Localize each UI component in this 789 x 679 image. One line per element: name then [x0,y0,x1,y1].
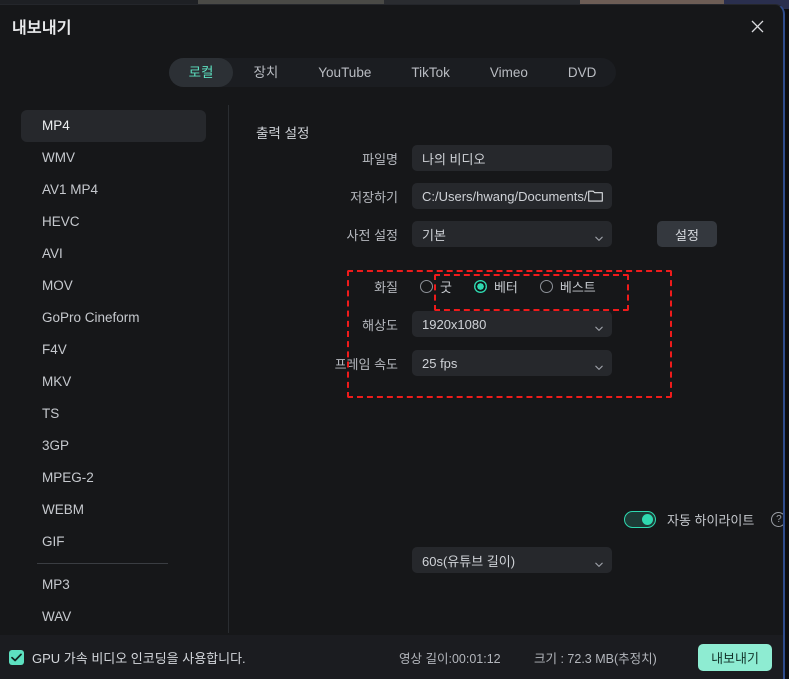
gpu-acceleration-checkbox[interactable]: GPU 가속 비디오 인코딩을 사용합니다. [9,648,246,667]
resolution-label: 해상도 [362,317,398,333]
highlight-duration-row: 60s(유튜브 길이) [228,547,612,573]
quality-radio-group[interactable]: 굿 베터 베스트 [412,277,596,296]
tab-장치[interactable]: 장치 [233,58,298,87]
highlight-duration-select[interactable]: 60s(유튜브 길이) [412,547,612,573]
save-to-label: 저장하기 [350,189,398,205]
framerate-select[interactable]: 25 fps [412,350,612,376]
radio-unchecked-icon [539,279,553,293]
format-item-mkv[interactable]: MKV [21,366,206,398]
export-dialog: 내보내기 로컬 장치 YouTube TikTok Vimeo DVD MP4 WMV AV1… [0,4,785,679]
auto-highlight-toggle[interactable] [624,511,656,528]
auto-highlight-row: 자동 하이라이트 ? [624,510,783,529]
save-to-path: C:/Users/hwang/Documents/ [422,188,588,204]
format-item-ts[interactable]: TS [21,398,206,430]
destination-tabbar: 로컬 장치 YouTube TikTok Vimeo DVD [0,58,783,87]
quality-radio-굿[interactable]: 굿 [420,277,452,296]
preset-select[interactable]: 기본 [412,221,612,247]
output-settings-panel: 출력 설정 파일명 나의 비디오 저장하기 C:/Users/hwang/Doc… [228,97,783,637]
section-title: 출력 설정 [256,126,310,141]
dialog-footer: GPU 가속 비디오 인코딩을 사용합니다. 영상 길이:00:01:12 크기… [0,635,783,679]
quality-radio-베스트[interactable]: 베스트 [539,277,596,296]
quality-label: 화질 [374,279,398,295]
chevron-down-icon [595,360,603,371]
dialog-title: 내보내기 [12,20,72,37]
gpu-acceleration-label: GPU 가속 비디오 인코딩을 사용합니다. [32,650,246,666]
quality-radio-베터[interactable]: 베터 [473,277,518,296]
format-item-gif[interactable]: GIF [21,526,206,558]
resolution-select[interactable]: 1920x1080 [412,311,612,337]
close-icon[interactable] [745,14,769,38]
chevron-down-icon [595,231,603,242]
filename-input[interactable]: 나의 비디오 [412,145,612,171]
tab-YouTube[interactable]: YouTube [298,58,391,87]
resolution-value: 1920x1080 [422,316,487,332]
folder-icon[interactable] [588,189,603,205]
format-item-gopro-cineform[interactable]: GoPro Cineform [21,302,206,334]
export-button[interactable]: 내보내기 [698,643,772,671]
format-item-hevc[interactable]: HEVC [21,206,206,238]
format-sidebar[interactable]: MP4 WMV AV1 MP4 HEVC AVI MOV GoPro Cineform F4V… [0,97,228,637]
format-item-3gp[interactable]: 3GP [21,430,206,462]
preset-value: 기본 [422,227,446,243]
highlight-duration-value: 60s(유튜브 길이) [422,553,516,569]
format-item-av1-mp4[interactable]: AV1 MP4 [21,174,206,206]
format-item-avi[interactable]: AVI [21,238,206,270]
chevron-down-icon [595,321,603,332]
dialog-content: MP4 WMV AV1 MP4 HEVC AVI MOV GoPro Cineform F4V… [0,97,783,637]
video-duration-text: 영상 길이:00:01:12 [399,651,501,666]
format-list-divider [37,563,168,564]
toggle-knob [642,513,653,525]
dialog-titlebar: 내보내기 [0,5,783,49]
preset-settings-button[interactable]: 설정 [657,221,717,247]
quality-row: 화질 굿 베터 베스트 [228,273,596,299]
format-item-f4v[interactable]: F4V [21,334,206,366]
save-to-row: 저장하기 C:/Users/hwang/Documents/ [228,183,612,209]
format-item-mov[interactable]: MOV [21,270,206,302]
auto-highlight-label: 자동 하이라이트 [667,513,755,528]
tab-DVD[interactable]: DVD [548,58,617,87]
quality-radio-label: 굿 [440,279,452,295]
format-item-mpeg-2[interactable]: MPEG-2 [21,462,206,494]
format-item-webm[interactable]: WEBM [21,494,206,526]
framerate-row: 프레임 속도 25 fps [228,350,612,376]
framerate-value: 25 fps [422,355,458,371]
radio-unchecked-icon [420,279,433,293]
preset-row: 사전 설정 기본 설정 [228,221,717,247]
format-item-wav[interactable]: WAV [21,601,206,633]
framerate-label: 프레임 속도 [334,356,398,372]
chevron-down-icon [595,557,603,568]
resolution-row: 해상도 1920x1080 [228,311,612,337]
preset-label: 사전 설정 [346,227,398,243]
destination-tabs: 로컬 장치 YouTube TikTok Vimeo DVD [168,58,617,87]
tab-TikTok[interactable]: TikTok [391,58,470,87]
radio-checked-icon [473,279,487,293]
quality-radio-label: 베터 [493,279,518,295]
save-to-input[interactable]: C:/Users/hwang/Documents/ [412,183,612,209]
format-item-wmv[interactable]: WMV [21,142,206,174]
format-item-mp4[interactable]: MP4 [21,110,206,142]
format-item-mp3[interactable]: MP3 [21,569,206,601]
tab-Vimeo[interactable]: Vimeo [470,58,548,87]
filename-label: 파일명 [362,151,398,167]
question-mark-icon[interactable]: ? [771,512,783,527]
tab-로컬[interactable]: 로컬 [168,58,234,87]
checkbox-checked-icon [9,649,24,665]
filename-row: 파일명 나의 비디오 [228,145,612,171]
quality-radio-label: 베스트 [559,279,596,295]
estimated-size-text: 크기 : 72.3 MB(추정치) [534,651,657,666]
